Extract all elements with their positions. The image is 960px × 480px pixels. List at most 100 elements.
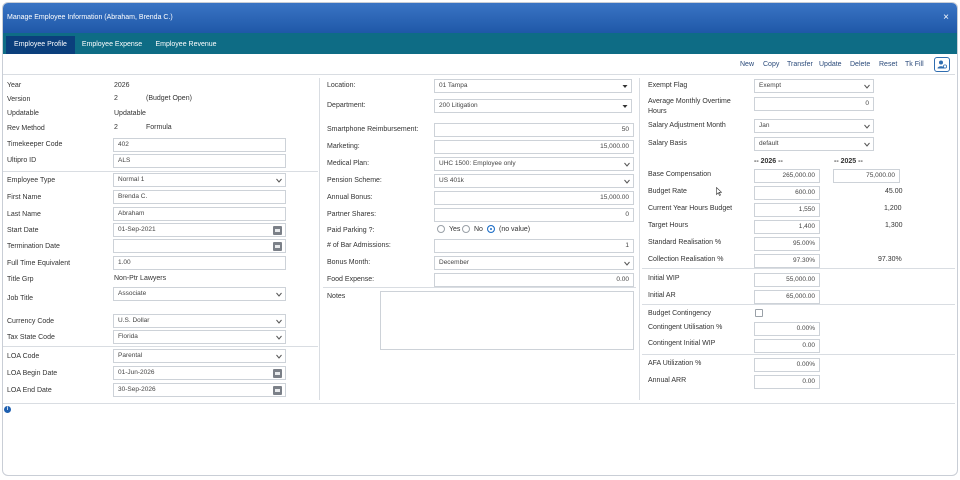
chevron-down-icon xyxy=(276,354,282,359)
title-bar: Manage Employee Information (Abraham, Br… xyxy=(3,3,957,33)
annual-arr-input[interactable]: 0.00 xyxy=(754,375,820,389)
tab-employee-expense[interactable]: Employee Expense xyxy=(77,36,147,54)
update-button[interactable]: Update xyxy=(819,61,842,68)
col3-divider-a xyxy=(642,268,955,269)
first-name-input[interactable]: Brenda C. xyxy=(113,190,286,204)
exempt-flag-select[interactable]: Exempt xyxy=(754,79,874,93)
salary-adj-month-value: Jan xyxy=(759,122,770,129)
transfer-button[interactable]: Transfer xyxy=(787,61,813,68)
bar-admissions-label: # of Bar Admissions: xyxy=(327,242,391,249)
chevron-down-icon xyxy=(276,292,282,297)
partner-shares-input[interactable]: 0 xyxy=(434,208,634,222)
pension-scheme-select[interactable]: US 401k xyxy=(434,174,634,188)
reset-button[interactable]: Reset xyxy=(879,61,897,68)
budget-rate-label: Budget Rate xyxy=(648,188,687,195)
food-expense-label: Food Expense: xyxy=(327,276,375,283)
salary-basis-value: default xyxy=(759,140,779,147)
job-title-select[interactable]: Associate xyxy=(113,287,286,301)
window-title: Manage Employee Information (Abraham, Br… xyxy=(7,14,173,21)
loa-code-value: Parental xyxy=(118,352,143,359)
ultipro-id-input[interactable]: ALS xyxy=(113,154,286,168)
contingent-util-input[interactable]: 0.00% xyxy=(754,322,820,336)
footer-divider xyxy=(3,403,955,404)
mouse-cursor-icon xyxy=(716,187,722,196)
coll-realisation-label: Collection Realisation % xyxy=(648,256,724,263)
chevron-down-icon xyxy=(276,319,282,324)
info-icon[interactable]: i xyxy=(4,406,11,413)
timekeeper-code-input[interactable]: 402 xyxy=(113,138,286,152)
chevron-down-icon xyxy=(276,335,282,340)
loa-end-date-input[interactable]: 30-Sep-2026 xyxy=(113,383,286,397)
afa-util-input[interactable]: 0.00% xyxy=(754,358,820,372)
user-settings-icon[interactable] xyxy=(934,57,950,72)
avg-overtime-label-2: Hours xyxy=(648,108,667,115)
currency-code-select[interactable]: U.S. Dollar xyxy=(113,314,286,328)
bonus-month-select[interactable]: December xyxy=(434,256,634,270)
close-icon[interactable]: × xyxy=(943,12,949,23)
cy-hours-budget-label: Current Year Hours Budget xyxy=(648,205,733,212)
exempt-flag-value: Exempt xyxy=(759,82,782,89)
std-realisation-current-input[interactable]: 95.00% xyxy=(754,237,820,251)
notes-textarea[interactable] xyxy=(380,291,634,350)
annual-bonus-input[interactable]: 15,000.00 xyxy=(434,191,634,205)
new-button[interactable]: New xyxy=(740,61,754,68)
tab-employee-profile[interactable]: Employee Profile xyxy=(6,36,75,54)
medical-plan-select[interactable]: UHC 1500: Employee only xyxy=(434,157,634,171)
paid-parking-yes-radio[interactable] xyxy=(437,225,445,233)
marketing-input[interactable]: 15,000.00 xyxy=(434,140,634,154)
food-expense-input[interactable]: 0.00 xyxy=(434,273,634,287)
initial-ar-input[interactable]: 65,000.00 xyxy=(754,290,820,304)
first-name-label: First Name xyxy=(7,194,42,201)
tab-employee-revenue[interactable]: Employee Revenue xyxy=(149,36,223,54)
job-title-value: Associate xyxy=(118,290,147,297)
avg-overtime-input[interactable]: 0 xyxy=(754,97,874,111)
paid-parking-no-radio[interactable] xyxy=(462,225,470,233)
start-date-input[interactable]: 01-Sep-2021 xyxy=(113,223,286,237)
copy-button[interactable]: Copy xyxy=(763,61,779,68)
delete-button[interactable]: Delete xyxy=(850,61,870,68)
title-grp-label: Title Grp xyxy=(7,276,34,283)
calendar-icon[interactable] xyxy=(273,226,282,235)
loa-begin-date-input[interactable]: 01-Jun-2026 xyxy=(113,366,286,380)
currency-code-value: U.S. Dollar xyxy=(118,317,150,324)
paid-parking-none-label: (no value) xyxy=(499,226,531,233)
contingent-wip-input[interactable]: 0.00 xyxy=(754,339,820,353)
cy-hours-budget-current-input[interactable]: 1,550 xyxy=(754,203,820,217)
year-label: Year xyxy=(7,82,22,89)
coll-realisation-current-input[interactable]: 97.30% xyxy=(754,254,820,268)
budget-rate-current-input[interactable]: 600.00 xyxy=(754,186,820,200)
bonus-month-label: Bonus Month: xyxy=(327,259,371,266)
smartphone-input[interactable]: 50 xyxy=(434,123,634,137)
paid-parking-none-radio[interactable] xyxy=(487,225,495,233)
bar-admissions-input[interactable]: 1 xyxy=(434,239,634,253)
tax-state-code-select[interactable]: Florida xyxy=(113,330,286,344)
calendar-icon[interactable] xyxy=(273,242,282,251)
calendar-icon[interactable] xyxy=(273,386,282,395)
base-comp-current-input[interactable]: 265,000.00 xyxy=(754,169,820,183)
salary-basis-select[interactable]: default xyxy=(754,137,874,151)
location-label: Location: xyxy=(327,82,356,89)
start-date-label: Start Date xyxy=(7,227,39,234)
initial-wip-input[interactable]: 55,000.00 xyxy=(754,273,820,287)
department-select[interactable]: 200 Litigation xyxy=(434,99,632,113)
notes-label: Notes xyxy=(327,293,346,300)
tk-fill-button[interactable]: Tk Fill xyxy=(905,61,924,68)
loa-code-select[interactable]: Parental xyxy=(113,349,286,363)
target-hours-current-input[interactable]: 1,400 xyxy=(754,220,820,234)
termination-date-input[interactable] xyxy=(113,239,286,253)
caret-down-icon xyxy=(622,105,628,108)
employee-type-select[interactable]: Normal 1 xyxy=(113,173,286,187)
coll-realisation-prior: 97.30% xyxy=(878,256,902,263)
salary-basis-label: Salary Basis xyxy=(648,140,687,147)
contingent-wip-label: Contingent Initial WIP xyxy=(648,340,716,347)
target-hours-prior: 1,300 xyxy=(885,222,903,229)
salary-adj-month-select[interactable]: Jan xyxy=(754,119,874,133)
last-name-input[interactable]: Abraham xyxy=(113,207,286,221)
start-date-value: 01-Sep-2021 xyxy=(118,226,156,233)
fte-input[interactable]: 1.00 xyxy=(113,256,286,270)
location-select[interactable]: 01 Tampa xyxy=(434,79,632,93)
budget-contingency-checkbox[interactable] xyxy=(755,309,763,317)
base-comp-prior-input[interactable]: 75,000.00 xyxy=(833,169,900,183)
calendar-icon[interactable] xyxy=(273,369,282,378)
rev-method-value: 2 xyxy=(114,124,118,131)
